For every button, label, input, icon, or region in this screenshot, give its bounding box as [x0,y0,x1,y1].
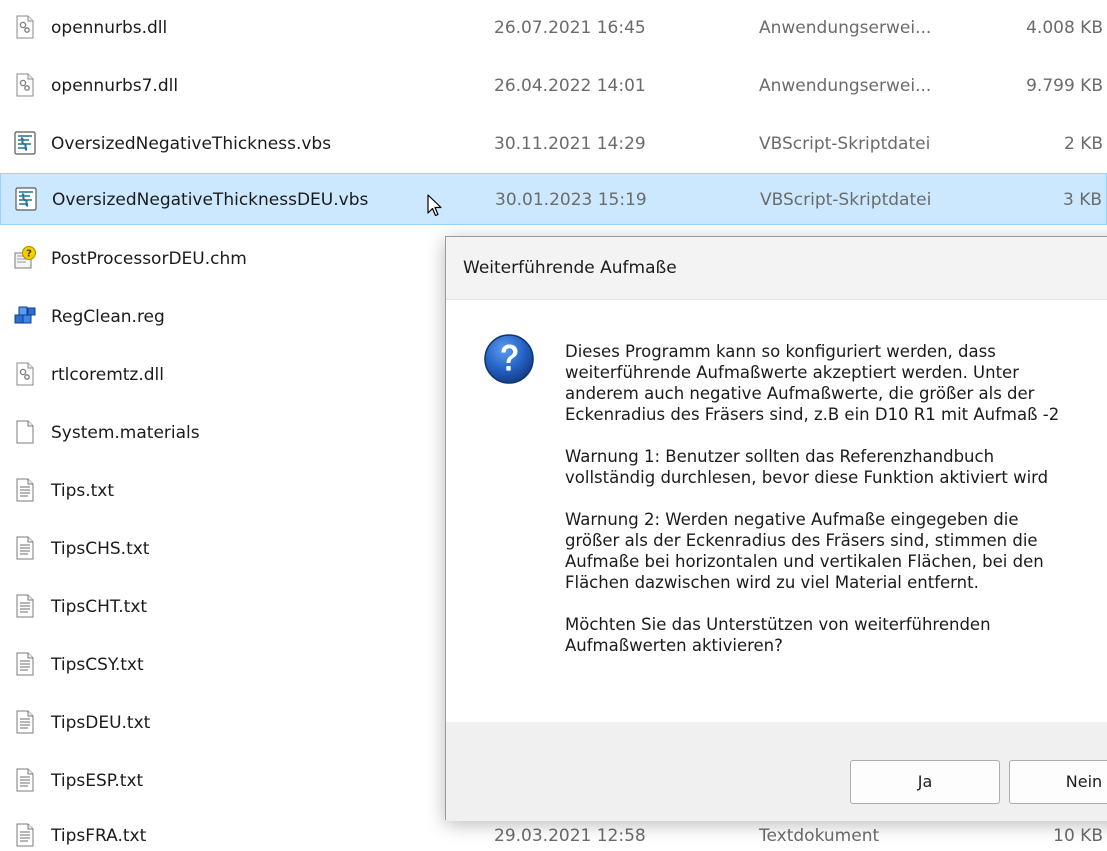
message-dialog: Weiterführende Aufmaße Dieses Programm k… [445,236,1107,821]
text-file-icon [12,593,38,619]
registry-icon [12,303,38,329]
file-name: TipsCHS.txt [51,539,150,559]
text-file-icon [12,709,38,735]
question-icon [484,334,534,384]
file-type: VBScript-Skriptdatei [760,190,932,210]
yes-button[interactable]: Ja [850,760,1000,804]
text-file-icon [12,651,38,677]
file-row[interactable]: OversizedNegativeThicknessDEU.vbs 30.01.2… [0,173,1107,225]
file-row[interactable]: OversizedNegativeThickness.vbs 30.11.2021… [0,118,1107,170]
file-type: Anwendungserwei... [759,18,932,38]
file-date: 30.01.2023 15:19 [495,190,647,210]
file-name: TipsDEU.txt [51,713,151,733]
file-size: 3 KB [1062,190,1102,210]
file-size: 4.008 KB [1026,18,1103,38]
file-row[interactable]: opennurbs.dll 26.07.2021 16:45 Anwendungse… [0,2,1107,54]
file-name: opennurbs7.dll [51,76,179,96]
mouse-cursor-icon [427,194,442,217]
dialog-message: Dieses Programm kann so konfiguriert wer… [565,341,1107,677]
file-name: OversizedNegativeThicknessDEU.vbs [52,190,369,210]
message-paragraph-intro: Dieses Programm kann so konfiguriert wer… [565,342,1060,424]
file-name: rtlcoremtz.dll [51,365,164,385]
file-explorer-list: opennurbs.dll 26.07.2021 16:45 Anwendungse… [0,0,1107,851]
file-name: Tips.txt [51,481,115,501]
dll-icon [12,14,38,40]
file-name: TipsFRA.txt [51,826,147,846]
dialog-title: Weiterführende Aufmaße [463,258,677,278]
file-date: 30.11.2021 14:29 [494,134,646,154]
text-file-icon [12,822,38,848]
file-name: RegClean.reg [51,307,165,327]
dialog-titlebar[interactable]: Weiterführende Aufmaße [446,237,1107,300]
dll-icon [12,72,38,98]
file-type: VBScript-Skriptdatei [759,134,931,154]
file-name: opennurbs.dll [51,18,168,38]
dialog-button-bar [446,722,1107,821]
svg-text:?: ? [26,249,32,260]
message-paragraph-warning-2: Warnung 2: Werden negative Aufmaße einge… [565,510,1044,592]
text-file-icon [12,535,38,561]
file-date: 26.07.2021 16:45 [494,18,646,38]
file-name: TipsCSY.txt [51,655,144,675]
message-paragraph-warning-1: Warnung 1: Benutzer sollten das Referenz… [565,447,1049,487]
file-name: OversizedNegativeThickness.vbs [51,134,332,154]
text-file-icon [12,477,38,503]
file-date: 26.04.2022 14:01 [494,76,646,96]
file-row[interactable]: opennurbs7.dll 26.04.2022 14:01 Anwendungs… [0,60,1107,112]
text-file-icon [12,767,38,793]
file-name: TipsESP.txt [51,771,144,791]
file-name: System.materials [51,423,200,443]
file-size: 9.799 KB [1026,76,1103,96]
vbs-script-icon [13,186,39,212]
file-name: PostProcessorDEU.chm [51,249,247,269]
chm-help-icon: ? [12,245,38,271]
file-type: Anwendungserwei... [759,76,932,96]
message-paragraph-question: Möchten Sie das Unterstützen von weiterf… [565,615,991,655]
blank-file-icon [12,419,38,445]
file-name: TipsCHT.txt [51,597,148,617]
vbs-script-icon [12,130,38,156]
file-size: 2 KB [1063,134,1103,154]
no-button[interactable]: Nein [1009,760,1107,804]
dll-icon [12,361,38,387]
